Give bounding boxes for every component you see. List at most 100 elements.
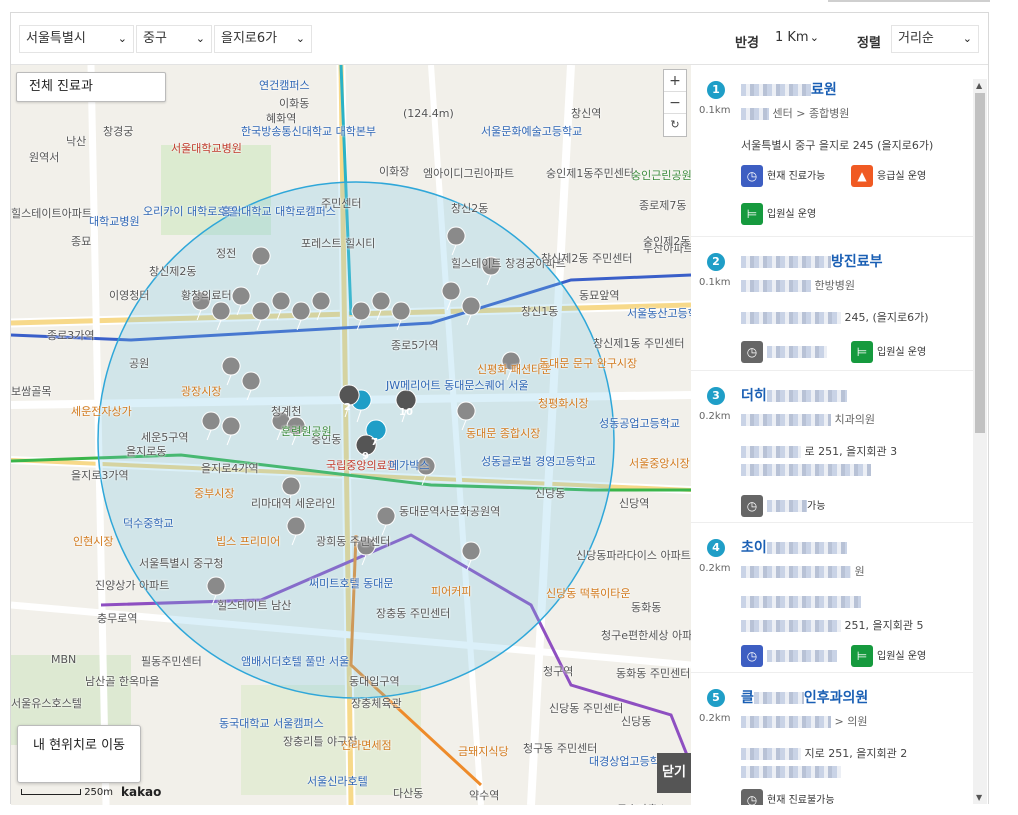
map-place-label: 힐스테이트 남산 (217, 599, 292, 612)
dong-select[interactable]: 을지로6가 ⌄ (214, 25, 312, 53)
map-place-label: 훈련원공원 (281, 425, 332, 438)
map-view[interactable]: 2 10 7 9 연건캠퍼스 이화동 혜화역 (124.4m) 창신역 낙산 창경궁 서울대학… (11, 65, 691, 805)
result-category: > 의원 (741, 713, 867, 729)
map-place-label: 포레스트 힐시티 (301, 237, 376, 250)
result-item[interactable]: 4 0.2km 초이 원 251, 을지회관 5 ◷ ⊨ 입원실 운영 (691, 523, 973, 673)
map-place-label: 신당역 (619, 497, 650, 510)
map-place-label: 청구동 주민센터 (523, 742, 598, 755)
result-number: 5 (707, 689, 725, 707)
map-place-label: 메가박스 (389, 459, 430, 472)
result-number: 4 (707, 539, 725, 557)
refresh-icon[interactable]: ↻ (664, 114, 686, 136)
status-open-badge: ◷ 현재 진료가능 (741, 165, 825, 187)
map-place-label: 종로5가역 (391, 339, 439, 352)
map-place-label: 힐스테이트아파트 (11, 207, 92, 220)
map-place-label: 낙산 (66, 135, 87, 148)
result-name[interactable]: 방진료부 (741, 251, 883, 271)
result-category: 한방병원 (741, 277, 855, 293)
map-place-label: 숭인제2동 (643, 235, 691, 248)
map-place-label: 동화동 (631, 601, 662, 614)
scale-bar (21, 789, 81, 795)
map-place-label: 이영청터 (109, 289, 150, 302)
map-place-label: 동국대학교 서울캠퍼스 (219, 717, 324, 730)
map-place-label: 홍익대학교 대학로캠퍼스 (221, 205, 336, 218)
map-place-label: 성동공업고등학교 (599, 417, 680, 430)
map-place-label: 신당동파라다이스 아파트 (576, 549, 691, 562)
scroll-down-icon[interactable]: ▼ (976, 793, 982, 802)
district-select[interactable]: 중구 ⌄ (136, 25, 212, 53)
result-item[interactable]: 1 0.1km 료원 센터 > 종합병원 서울특별시 중구 을지로 245 (을… (691, 65, 973, 237)
status-badge: ◷ (741, 645, 837, 667)
result-list-scrollbar[interactable]: ▲ ▼ (973, 79, 987, 804)
sort-label: 정렬 (857, 36, 881, 51)
result-name-text: 더히 (741, 388, 767, 404)
badge-label: 입원실 운영 (877, 347, 927, 358)
result-name[interactable]: 료원 (741, 79, 837, 99)
result-number: 3 (707, 387, 725, 405)
result-name[interactable]: 더히 (741, 385, 847, 405)
map-place-label: 리마대역 세운라인 (251, 497, 336, 510)
locate-me-button[interactable]: 내 현위치로 이동 (17, 725, 141, 783)
clock-icon: ◷ (741, 645, 763, 667)
zoom-control: + − ↻ (663, 69, 687, 137)
zoom-in-button[interactable]: + (664, 70, 686, 92)
chevron-down-icon: ⌄ (809, 31, 819, 44)
sort-select-value: 거리순 (898, 31, 934, 46)
map-place-label: 서울중앙시장 (629, 457, 690, 470)
result-item[interactable]: 5 0.2km 클 인후과의원 > 의원 지로 251, 을지회관 2 ◷ 현재 진… (691, 673, 973, 805)
map-place-label: 이화장 (379, 165, 410, 178)
map-place-label: 중부시장 (194, 487, 235, 500)
result-distance: 0.2km (699, 563, 731, 574)
map-place-label: 원역서 (29, 151, 60, 164)
result-address-text: 로 251, 을지회관 3 (804, 445, 898, 458)
scale-label: 250m (84, 787, 114, 798)
region-select[interactable]: 서울특별시 ⌄ (19, 25, 134, 53)
zoom-out-button[interactable]: − (664, 92, 686, 114)
bed-icon: ⊨ (741, 203, 763, 225)
radius-select[interactable]: 1 Km ⌄ (769, 25, 825, 53)
map-place-label: 을지로4가역 (201, 462, 259, 475)
map-place-label: 동대문 문구 완구시장 (539, 357, 638, 370)
status-badge: ◷ (741, 341, 827, 363)
result-address-line2 (741, 765, 841, 778)
clock-icon: ◷ (741, 341, 763, 363)
close-button[interactable]: 닫기 (657, 753, 691, 793)
result-name[interactable]: 초이 (741, 537, 847, 557)
map-place-label: 신당동 (535, 487, 566, 500)
map-place-label: 종로제7동 (639, 199, 687, 212)
scrollbar-thumb[interactable] (975, 93, 985, 433)
region-select-value: 서울특별시 (26, 31, 86, 46)
inpatient-badge: ⊨ 입원실 운영 (741, 203, 816, 225)
result-number: 2 (707, 253, 725, 271)
map-place-label: 종묘 (71, 235, 92, 248)
map-place-label: 창신1동 (521, 305, 559, 318)
result-name-text: 방진료부 (831, 254, 883, 270)
result-item[interactable]: 2 0.1km 방진료부 한방병원 245, (을지로6가) ◷ ⊨ 입원실 운영 (691, 237, 973, 371)
map-place-label: 신당동 주민센터 (549, 702, 624, 715)
map-place-label: 성동글로벌 경영고등학교 (481, 455, 596, 468)
badge-label: 응급실 운영 (877, 171, 927, 182)
chevron-down-icon: ⌄ (962, 32, 972, 45)
bed-icon: ⊨ (851, 341, 873, 363)
map-place-label: 서울신라호텔 (307, 775, 368, 788)
department-filter-button[interactable]: 전체 진료과 (16, 72, 166, 102)
district-select-value: 중구 (143, 31, 167, 46)
result-distance: 0.2km (699, 411, 731, 422)
map-place-label: 충무로역 (97, 612, 138, 625)
filter-bar: 서울특별시 ⌄ 중구 ⌄ 을지로6가 ⌄ 반경 1 Km ⌄ 정렬 거리순 ⌄ (11, 13, 988, 65)
map-place-label: 신당동 (621, 715, 652, 728)
map-place-label: 덕수중학교 (123, 517, 174, 530)
map-place-label: 진양상가 아파트 (95, 579, 170, 592)
result-category-text: 치과의원 (834, 413, 875, 426)
sort-select[interactable]: 거리순 ⌄ (891, 25, 979, 53)
map-place-label: 숭인근린공원 (631, 169, 691, 182)
scroll-up-icon[interactable]: ▲ (976, 81, 982, 90)
chevron-down-icon: ⌄ (117, 32, 127, 45)
result-address-text: 245, (을지로6가) (844, 311, 929, 324)
map-place-label: 국립중앙의료원 (326, 459, 397, 472)
svg-text:2: 2 (344, 402, 351, 413)
result-name[interactable]: 클 인후과의원 (741, 687, 868, 707)
badge-label: 현재 진료불가능 (767, 795, 835, 805)
badge-label: 입원실 운영 (877, 651, 927, 662)
result-item[interactable]: 3 0.2km 더히 치과의원 로 251, 을지회관 3 ◷ 가능 (691, 371, 973, 523)
